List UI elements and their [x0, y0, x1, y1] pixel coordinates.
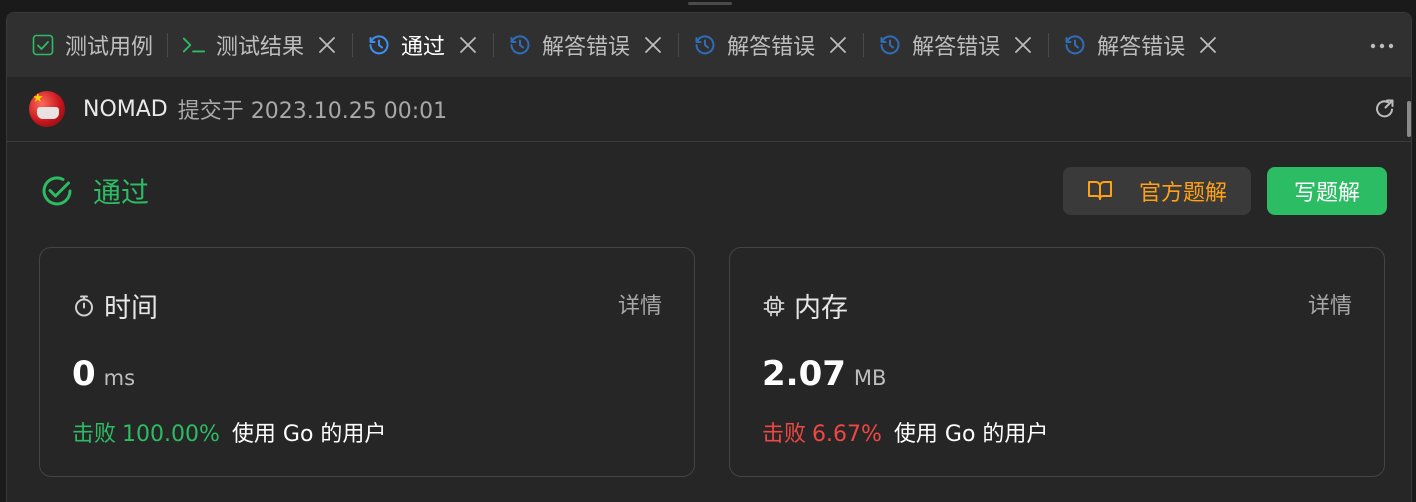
- check-circle-icon: [39, 173, 75, 209]
- memory-title-label: 内存: [794, 293, 848, 324]
- terminal-icon: [182, 33, 206, 57]
- history-icon: [508, 33, 532, 57]
- tab-test-result[interactable]: 测试结果: [182, 25, 338, 65]
- tab-label: 解答错误: [912, 35, 1001, 60]
- memory-detail-link[interactable]: 详情: [1308, 288, 1352, 320]
- avatar-image: [37, 107, 59, 119]
- star-icon: ★: [32, 91, 44, 106]
- close-icon[interactable]: [1012, 34, 1034, 56]
- close-icon[interactable]: [316, 34, 338, 56]
- tab-label: 测试结果: [216, 35, 305, 60]
- history-icon: [878, 33, 902, 57]
- beat-description: 使用 Go 的用户: [231, 422, 387, 447]
- tab-testcase[interactable]: 测试用例: [31, 25, 153, 65]
- history-icon: [693, 33, 717, 57]
- memory-unit: MB: [853, 366, 887, 390]
- runtime-value: 0 ms: [72, 354, 135, 394]
- submission-info-bar: ★ NOMAD 提交于 2023.10.25 00:01: [7, 77, 1411, 142]
- beat-percentage: 6.67%: [812, 422, 882, 447]
- close-icon[interactable]: [1197, 34, 1219, 56]
- tab-divider: [1048, 33, 1050, 57]
- scrollbar[interactable]: [1407, 101, 1411, 137]
- tab-submission-accepted[interactable]: 通过: [367, 25, 479, 65]
- tab-bar: 测试用例 测试结果 通过 解答错误 解答错误 解答错误 解答错误: [7, 13, 1411, 77]
- runtime-detail-link[interactable]: 详情: [618, 288, 662, 320]
- tab-submission-wrong-1[interactable]: 解答错误: [508, 25, 664, 65]
- tab-divider: [167, 33, 169, 57]
- tab-divider: [678, 33, 680, 57]
- tab-label: 通过: [401, 35, 446, 60]
- memory-title: 内存: [762, 286, 848, 325]
- tab-divider: [352, 33, 354, 57]
- tab-divider: [493, 33, 495, 57]
- drag-handle[interactable]: [688, 2, 732, 5]
- history-icon: [367, 33, 391, 57]
- beat-label: 击败: [762, 422, 807, 447]
- runtime-title: 时间: [72, 286, 158, 325]
- tab-submission-wrong-3[interactable]: 解答错误: [878, 25, 1034, 65]
- beat-percentage: 100.00%: [122, 422, 220, 447]
- history-icon: [1063, 33, 1087, 57]
- username[interactable]: NOMAD: [83, 97, 168, 122]
- memory-number: 2.07: [762, 354, 846, 394]
- status-label: 通过: [93, 176, 150, 209]
- runtime-title-label: 时间: [104, 293, 158, 324]
- tab-label: 解答错误: [1097, 35, 1186, 60]
- result-panel: 测试用例 测试结果 通过 解答错误 解答错误 解答错误 解答错误 ★ NOMAD…: [6, 12, 1412, 502]
- open-external-icon[interactable]: [1373, 97, 1397, 121]
- memory-value: 2.07 MB: [762, 354, 886, 394]
- runtime-card: 时间 详情 0 ms 击败 100.00% 使用 Go 的用户: [39, 247, 695, 477]
- runtime-number: 0: [72, 354, 96, 394]
- write-solution-label: 写题解: [1293, 181, 1360, 206]
- official-solution-button[interactable]: 官方题解: [1063, 167, 1251, 215]
- beat-description: 使用 Go 的用户: [893, 422, 1049, 447]
- chip-icon: [762, 294, 786, 318]
- tab-label: 测试用例: [65, 35, 154, 60]
- tab-label: 解答错误: [727, 35, 816, 60]
- tab-submission-wrong-4[interactable]: 解答错误: [1063, 25, 1219, 65]
- runtime-beats: 击败 100.00% 使用 Go 的用户: [72, 416, 386, 448]
- close-icon[interactable]: [642, 34, 664, 56]
- checkbox-icon: [31, 33, 55, 57]
- beat-label: 击败: [72, 422, 117, 447]
- tab-divider: [863, 33, 865, 57]
- more-options-icon[interactable]: [1369, 33, 1395, 59]
- tab-label: 解答错误: [542, 35, 631, 60]
- official-solution-label: 官方题解: [1138, 181, 1227, 206]
- memory-beats: 击败 6.67% 使用 Go 的用户: [762, 416, 1048, 448]
- runtime-unit: ms: [103, 366, 136, 390]
- tab-submission-wrong-2[interactable]: 解答错误: [693, 25, 849, 65]
- result-status: 通过: [39, 171, 149, 211]
- close-icon[interactable]: [827, 34, 849, 56]
- stopwatch-icon: [72, 294, 96, 318]
- avatar[interactable]: ★: [29, 91, 65, 127]
- submission-time: 提交于 2023.10.25 00:01: [177, 99, 448, 124]
- memory-card: 内存 详情 2.07 MB 击败 6.67% 使用 Go 的用户: [729, 247, 1385, 477]
- book-icon: [1087, 178, 1113, 204]
- write-solution-button[interactable]: 写题解: [1267, 167, 1387, 215]
- close-icon[interactable]: [457, 34, 479, 56]
